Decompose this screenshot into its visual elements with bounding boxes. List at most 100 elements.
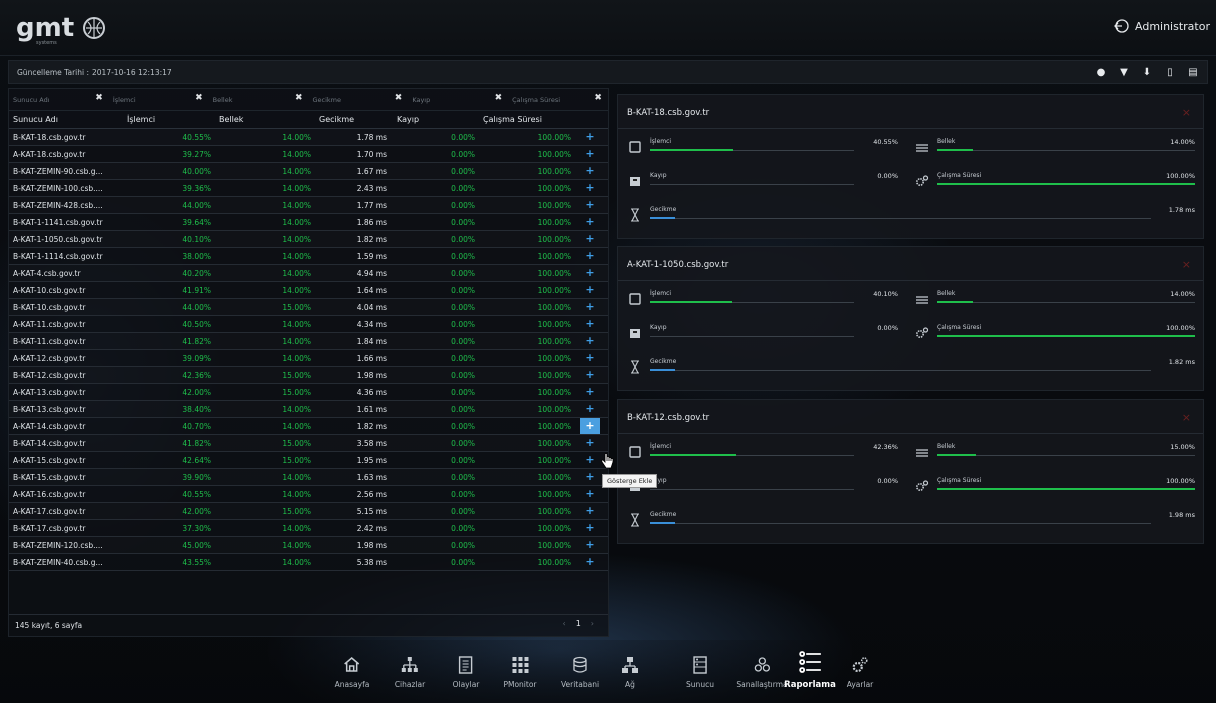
table-row[interactable]: A-KAT-1-1050.csb.gov.tr 40.10% 14.00% 1.82 … <box>9 231 608 248</box>
add-gauge-button[interactable]: + <box>575 180 605 196</box>
add-gauge-button[interactable]: + <box>575 486 605 502</box>
table-row[interactable]: B-KAT-17.csb.gov.tr 37.30% 14.00% 2.42 ms 0.… <box>9 520 608 537</box>
table-row[interactable]: A-KAT-12.csb.gov.tr 39.09% 14.00% 1.66 ms 0.… <box>9 350 608 367</box>
file-icon[interactable]: ▯ <box>1164 65 1176 79</box>
cell-latency: 1.77 ms <box>356 200 387 210</box>
nav-label: Veritabani <box>560 680 600 689</box>
add-gauge-button[interactable]: + <box>575 316 605 332</box>
clear-filter-icon[interactable]: ✖ <box>195 93 203 103</box>
add-gauge-button[interactable]: + <box>575 554 605 570</box>
filter-icon[interactable]: ▼ <box>1118 65 1130 79</box>
user-menu[interactable]: Administrator <box>1113 18 1210 34</box>
add-gauge-button[interactable]: + <box>575 197 605 213</box>
table-row[interactable]: A-KAT-15.csb.gov.tr 42.64% 15.00% 1.95 ms 0.… <box>9 452 608 469</box>
table-row[interactable]: B-KAT-15.csb.gov.tr 39.90% 14.00% 1.63 ms 0.… <box>9 469 608 486</box>
table-row[interactable]: A-KAT-14.csb.gov.tr 40.70% 14.00% 1.82 ms 0.… <box>9 418 608 435</box>
clear-filter-icon[interactable]: ✖ <box>395 93 403 103</box>
table-row[interactable]: B-KAT-ZEMIN-40.csb.g... 43.55% 14.00% 5.38 … <box>9 554 608 571</box>
download-icon[interactable]: ⬇ <box>1141 65 1153 79</box>
filter-5[interactable]: Çalışma Süresi ✖ <box>508 89 608 111</box>
table-row[interactable]: B-KAT-12.csb.gov.tr 42.36% 15.00% 1.98 ms 0.… <box>9 367 608 384</box>
column-header[interactable]: Kayıp <box>393 115 479 124</box>
table-row[interactable]: B-KAT-10.csb.gov.tr 44.00% 15.00% 4.04 ms 0.… <box>9 299 608 316</box>
table-row[interactable]: A-KAT-11.csb.gov.tr 40.50% 14.00% 4.34 ms 0.… <box>9 316 608 333</box>
filter-4[interactable]: Kayıp ✖ <box>408 89 508 111</box>
add-gauge-button[interactable]: + <box>575 401 605 417</box>
add-gauge-button[interactable]: + <box>575 537 605 553</box>
nav-network[interactable]: Ağ <box>621 656 639 689</box>
nav-events[interactable]: Olaylar <box>453 656 479 689</box>
eye-icon[interactable]: ● <box>1095 65 1107 79</box>
table-row[interactable]: B-KAT-ZEMIN-120.csb.... 45.00% 14.00% 1.98 … <box>9 537 608 554</box>
add-gauge-button[interactable]: + <box>575 350 605 366</box>
close-card-button[interactable]: × <box>1182 258 1191 271</box>
add-gauge-button[interactable]: + <box>575 503 605 519</box>
add-gauge-button[interactable]: + <box>575 214 605 230</box>
table-row[interactable]: B-KAT-13.csb.gov.tr 38.40% 14.00% 1.61 ms 0.… <box>9 401 608 418</box>
nav-virtualization[interactable]: Sanallaştırma <box>736 656 788 689</box>
spreadsheet-icon[interactable]: ▤ <box>1187 65 1199 79</box>
table-row[interactable]: A-KAT-10.csb.gov.tr 41.91% 14.00% 1.64 ms 0.… <box>9 282 608 299</box>
clear-filter-icon[interactable]: ✖ <box>495 93 503 103</box>
next-page-button[interactable]: › <box>591 619 594 628</box>
add-gauge-button[interactable]: + <box>575 299 605 315</box>
logout-icon <box>1114 19 1129 33</box>
add-gauge-button[interactable]: + <box>575 384 605 400</box>
gmt-logo[interactable]: gmt systems <box>14 10 124 46</box>
table-row[interactable]: A-KAT-4.csb.gov.tr 40.20% 14.00% 4.94 ms 0.0… <box>9 265 608 282</box>
table-row[interactable]: B-KAT-11.csb.gov.tr 41.82% 14.00% 1.84 ms 0.… <box>9 333 608 350</box>
table-row[interactable]: A-KAT-18.csb.gov.tr 39.27% 14.00% 1.70 ms 0.… <box>9 146 608 163</box>
column-header[interactable]: Çalışma Süresi <box>479 115 575 124</box>
add-gauge-button[interactable]: + <box>575 435 605 451</box>
close-card-button[interactable]: × <box>1182 106 1191 119</box>
nav-reports[interactable]: Raporlama <box>784 650 836 690</box>
add-gauge-button[interactable]: + <box>575 129 605 145</box>
column-header[interactable]: İşlemci <box>123 115 215 124</box>
nav-pmonitor[interactable]: PMonitor <box>503 656 537 689</box>
filter-0[interactable]: Sunucu Adı ✖ <box>9 89 109 111</box>
prev-page-button[interactable]: ‹ <box>563 619 566 628</box>
add-gauge-button[interactable]: + <box>580 418 600 434</box>
table-row[interactable]: B-KAT-ZEMIN-90.csb.g... 40.00% 14.00% 1.67 … <box>9 163 608 180</box>
clear-filter-icon[interactable]: ✖ <box>95 93 103 103</box>
nav-server[interactable]: Sunucu <box>686 656 714 689</box>
packet-loss-icon <box>628 325 642 339</box>
nav-devices[interactable]: Cihazlar <box>395 656 425 689</box>
add-gauge-button[interactable]: + <box>575 146 605 162</box>
table-row[interactable]: B-KAT-14.csb.gov.tr 41.82% 15.00% 3.58 ms 0.… <box>9 435 608 452</box>
column-header[interactable]: Bellek <box>215 115 315 124</box>
nav-home[interactable]: Anasayfa <box>335 656 369 689</box>
filter-3[interactable]: Gecikme ✖ <box>308 89 408 111</box>
table-row[interactable]: A-KAT-16.csb.gov.tr 40.55% 14.00% 2.56 ms 0.… <box>9 486 608 503</box>
table-row[interactable]: A-KAT-13.csb.gov.tr 42.00% 15.00% 4.36 ms 0.… <box>9 384 608 401</box>
filter-2[interactable]: Bellek ✖ <box>209 89 309 111</box>
table-row[interactable]: B-KAT-ZEMIN-428.csb.... 44.00% 14.00% 1.77 … <box>9 197 608 214</box>
cell-uptime: 100.00% <box>537 455 571 465</box>
add-gauge-button[interactable]: + <box>575 282 605 298</box>
table-row[interactable]: B-KAT-ZEMIN-100.csb.... 39.36% 14.00% 2.43 … <box>9 180 608 197</box>
cell-server: A-KAT-17.csb.gov.tr <box>13 506 86 516</box>
add-gauge-button[interactable]: + <box>575 333 605 349</box>
nav-settings[interactable]: Ayarlar <box>847 656 873 689</box>
column-header[interactable]: Gecikme <box>315 115 393 124</box>
cell-latency: 5.15 ms <box>356 506 387 516</box>
column-header[interactable]: Sunucu Adı <box>9 115 123 124</box>
filter-1[interactable]: İşlemci ✖ <box>109 89 209 111</box>
add-gauge-button[interactable]: + <box>575 248 605 264</box>
add-gauge-button[interactable]: + <box>575 265 605 281</box>
nav-database[interactable]: Veritabani <box>561 656 599 689</box>
add-gauge-button[interactable]: + <box>575 520 605 536</box>
table-row[interactable]: B-KAT-18.csb.gov.tr 40.55% 14.00% 1.78 ms 0.… <box>9 129 608 146</box>
clear-filter-icon[interactable]: ✖ <box>295 93 303 103</box>
add-gauge-button[interactable]: + <box>575 367 605 383</box>
add-gauge-button[interactable]: + <box>575 469 605 485</box>
current-page[interactable]: 1 <box>576 619 581 628</box>
metric-bar <box>937 488 1195 490</box>
add-gauge-button[interactable]: + <box>575 231 605 247</box>
close-card-button[interactable]: × <box>1182 411 1191 424</box>
add-gauge-button[interactable]: + <box>575 163 605 179</box>
clear-filter-icon[interactable]: ✖ <box>594 93 602 103</box>
table-row[interactable]: B-KAT-1-1114.csb.gov.tr 38.00% 14.00% 1.59 … <box>9 248 608 265</box>
table-row[interactable]: B-KAT-1-1141.csb.gov.tr 39.64% 14.00% 1.86 … <box>9 214 608 231</box>
table-row[interactable]: A-KAT-17.csb.gov.tr 42.00% 15.00% 5.15 ms 0.… <box>9 503 608 520</box>
